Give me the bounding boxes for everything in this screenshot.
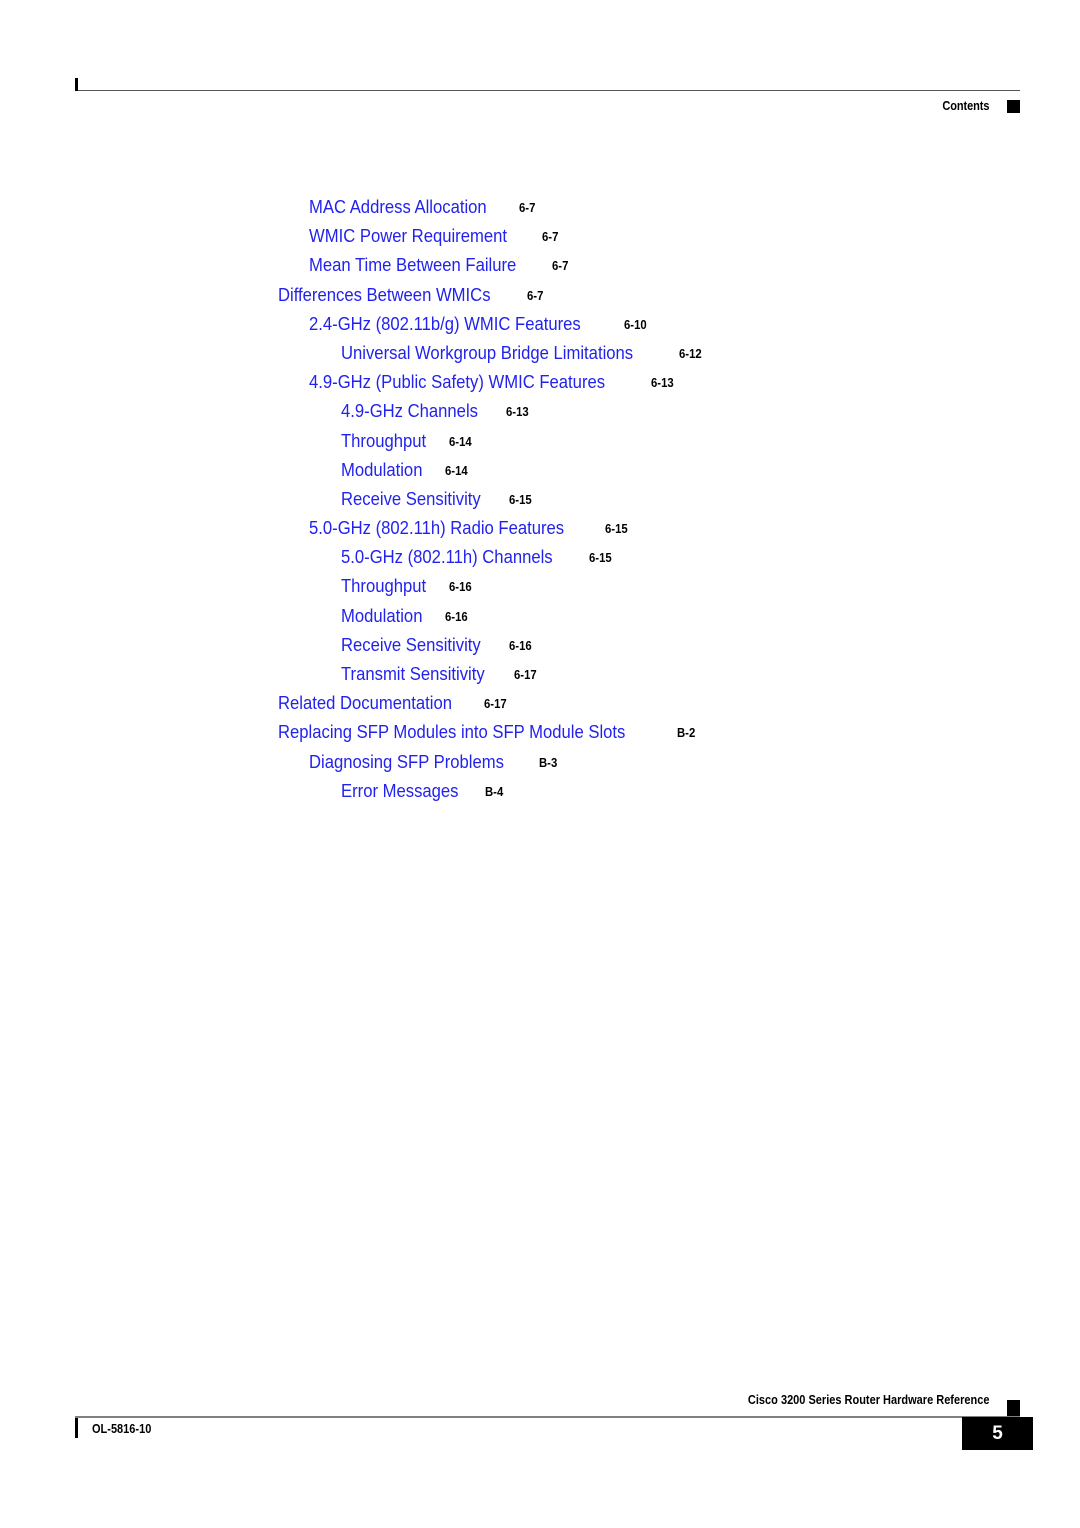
toc-entry-page-number[interactable]: 6-15: [589, 551, 612, 565]
toc-entry-page-number[interactable]: 6-15: [605, 522, 628, 536]
toc-entry-title[interactable]: Modulation: [341, 605, 422, 627]
toc-entry[interactable]: 2.4-GHz (802.11b/g) WMIC Features 6-10: [0, 313, 1080, 342]
toc-entry[interactable]: WMIC Power Requirement 6-7: [0, 225, 1080, 254]
toc-entry-page-number[interactable]: 6-12: [679, 347, 702, 361]
toc-entry-title[interactable]: 5.0-GHz (802.11h) Radio Features: [309, 517, 564, 539]
table-of-contents: MAC Address Allocation 6-7 WMIC Power Requ…: [0, 196, 1080, 809]
toc-entry-title[interactable]: Mean Time Between Failure: [309, 254, 516, 276]
toc-entry-title[interactable]: 4.9-GHz Channels: [341, 400, 478, 422]
toc-entry[interactable]: Modulation 6-16: [0, 605, 1080, 634]
toc-entry[interactable]: Mean Time Between Failure 6-7: [0, 254, 1080, 283]
toc-entry-page-number[interactable]: 6-17: [514, 668, 537, 682]
toc-entry-title[interactable]: Receive Sensitivity: [341, 634, 481, 656]
toc-entry-title[interactable]: Universal Workgroup Bridge Limitations: [341, 342, 633, 364]
toc-entry[interactable]: 5.0-GHz (802.11h) Radio Features 6-15: [0, 517, 1080, 546]
toc-entry-page-number[interactable]: 6-7: [519, 201, 535, 215]
toc-entry-title[interactable]: Transmit Sensitivity: [341, 663, 485, 685]
toc-entry-title[interactable]: 2.4-GHz (802.11b/g) WMIC Features: [309, 313, 581, 335]
footer-square-marker: [1007, 1400, 1020, 1416]
toc-entry-title[interactable]: Error Messages: [341, 780, 459, 802]
toc-entry[interactable]: Throughput 6-14: [0, 430, 1080, 459]
toc-entry-title[interactable]: 4.9-GHz (Public Safety) WMIC Features: [309, 371, 605, 393]
toc-entry-page-number[interactable]: 6-15: [509, 493, 532, 507]
toc-entry-title[interactable]: Throughput: [341, 430, 426, 452]
header-section-label: Contents: [942, 99, 989, 113]
footer-tick-mark: [75, 1418, 78, 1438]
toc-entry-page-number[interactable]: 6-10: [624, 318, 647, 332]
toc-entry-page-number[interactable]: 6-14: [445, 464, 468, 478]
toc-entry[interactable]: Replacing SFP Modules into SFP Module Sl…: [0, 721, 1080, 750]
toc-entry-page-number[interactable]: 6-17: [484, 697, 507, 711]
toc-entry-title[interactable]: 5.0-GHz (802.11h) Channels: [341, 546, 553, 568]
header-rule: [75, 78, 1020, 91]
page-header: Contents: [75, 78, 1020, 136]
toc-entry[interactable]: MAC Address Allocation 6-7: [0, 196, 1080, 225]
toc-entry-title[interactable]: Receive Sensitivity: [341, 488, 481, 510]
toc-entry[interactable]: Modulation 6-14: [0, 459, 1080, 488]
header-square-marker: [1007, 100, 1020, 113]
toc-entry-page-number[interactable]: B-3: [539, 756, 557, 770]
toc-entry[interactable]: Universal Workgroup Bridge Limitations 6-…: [0, 342, 1080, 371]
toc-entry-title[interactable]: WMIC Power Requirement: [309, 225, 507, 247]
toc-entry[interactable]: Diagnosing SFP Problems B-3: [0, 751, 1080, 780]
toc-entry-page-number[interactable]: 6-14: [449, 435, 472, 449]
page-number-box: 5: [962, 1417, 1033, 1450]
toc-entry[interactable]: Related Documentation 6-17: [0, 692, 1080, 721]
toc-entry-page-number[interactable]: 6-7: [527, 289, 543, 303]
footer-document-id: OL-5816-10: [92, 1422, 152, 1436]
toc-entry-title[interactable]: Related Documentation: [278, 692, 452, 714]
toc-entry-title[interactable]: Diagnosing SFP Problems: [309, 751, 504, 773]
document-page: Contents MAC Address Allocation 6-7 WMIC P…: [0, 0, 1080, 1528]
header-tick-mark: [75, 78, 78, 91]
toc-entry-title[interactable]: Throughput: [341, 575, 426, 597]
page-footer: OL-5816-10 Cisco 3200 Series Router Hard…: [75, 1393, 1033, 1476]
toc-entry-page-number[interactable]: 6-13: [506, 405, 529, 419]
toc-entry[interactable]: 5.0-GHz (802.11h) Channels 6-15: [0, 546, 1080, 575]
toc-entry-title[interactable]: MAC Address Allocation: [309, 196, 487, 218]
toc-entry[interactable]: Receive Sensitivity 6-15: [0, 488, 1080, 517]
toc-entry-page-number[interactable]: 6-16: [509, 639, 532, 653]
toc-entry[interactable]: Differences Between WMICs 6-7: [0, 284, 1080, 313]
toc-entry[interactable]: Error Messages B-4: [0, 780, 1080, 809]
toc-entry-page-number[interactable]: 6-16: [449, 580, 472, 594]
footer-document-title: Cisco 3200 Series Router Hardware Refere…: [747, 1393, 989, 1407]
toc-entry-title[interactable]: Differences Between WMICs: [278, 284, 491, 306]
toc-entry[interactable]: 4.9-GHz (Public Safety) WMIC Features 6-1…: [0, 371, 1080, 400]
toc-entry[interactable]: Receive Sensitivity 6-16: [0, 634, 1080, 663]
toc-entry-page-number[interactable]: 6-16: [445, 610, 468, 624]
toc-entry-title[interactable]: Replacing SFP Modules into SFP Module Sl…: [278, 721, 625, 743]
toc-entry-title[interactable]: Modulation: [341, 459, 422, 481]
toc-entry-page-number[interactable]: B-4: [485, 785, 503, 799]
toc-entry-page-number[interactable]: 6-7: [552, 259, 568, 273]
toc-entry[interactable]: Throughput 6-16: [0, 575, 1080, 604]
footer-rule: [75, 1416, 1020, 1418]
toc-entry[interactable]: 4.9-GHz Channels 6-13: [0, 400, 1080, 429]
toc-entry-page-number[interactable]: 6-13: [651, 376, 674, 390]
toc-entry-page-number[interactable]: 6-7: [542, 230, 558, 244]
toc-entry[interactable]: Transmit Sensitivity 6-17: [0, 663, 1080, 692]
toc-entry-page-number[interactable]: B-2: [677, 726, 695, 740]
